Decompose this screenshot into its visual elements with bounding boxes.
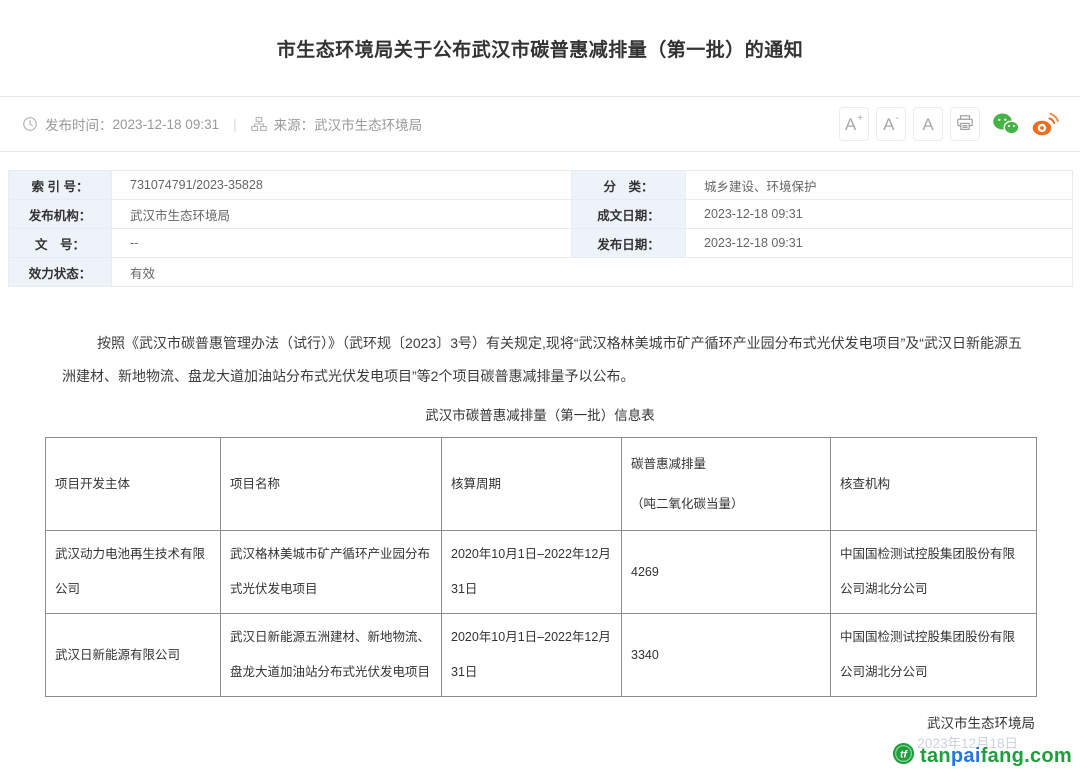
validity-label: 效力状态： [9, 258, 112, 287]
publish-time-value: 2023-12-18 09:31 [113, 117, 220, 132]
table-header-row: 项目开发主体 项目名称 核算周期 碳普惠减排量 （吨二氧化碳当量） 核查机构 [46, 438, 1037, 531]
wechat-share-icon[interactable] [992, 112, 1020, 136]
project-name-cell: 武汉格林美城市矿产循环产业园分布式光伏发电项目 [221, 531, 442, 614]
table-row: 武汉日新能源有限公司 武汉日新能源五洲建材、新地物流、盘龙大道加油站分布式光伏发… [46, 614, 1037, 697]
table-row: 发布机构： 武汉市生态环境局 成文日期： 2023-12-18 09:31 [9, 200, 1073, 229]
source-value: 武汉市生态环境局 [314, 114, 422, 134]
logo-part-1: pai [951, 745, 981, 768]
publish-time-label: 发布时间： [45, 114, 113, 134]
tanpaifang-watermark[interactable]: tf tanpaifang.com [892, 742, 1072, 770]
weibo-share-icon[interactable] [1032, 112, 1060, 136]
written-date-value: 2023-12-18 09:31 [686, 200, 1073, 229]
table-row: 文 号： -- 发布日期： 2023-12-18 09:31 [9, 229, 1073, 258]
doc-number-value: -- [112, 229, 572, 258]
logo-part-3: .com [1024, 745, 1072, 768]
clock-icon [22, 116, 38, 132]
col-header-developer: 项目开发主体 [46, 438, 221, 531]
category-value: 城乡建设、环境保护 [686, 171, 1073, 200]
publish-date-value: 2023-12-18 09:31 [686, 229, 1073, 258]
table-row: 效力状态： 有效 [9, 258, 1073, 287]
period-cell: 2020年10月1日–2022年12月31日 [442, 531, 622, 614]
article-paragraph: 按照《武汉市碳普惠管理办法（试行）》（武环规〔2023〕3号）有关规定,现将“武… [62, 327, 1022, 393]
source-icon [251, 116, 267, 132]
font-increase-button[interactable]: A+ [839, 107, 869, 141]
category-label: 分 类： [572, 171, 686, 200]
developer-cell: 武汉动力电池再生技术有限公司 [46, 531, 221, 614]
carbon-reduction-table: 项目开发主体 项目名称 核算周期 碳普惠减排量 （吨二氧化碳当量） 核查机构 武… [45, 437, 1037, 697]
page-title: 市生态环境局关于公布武汉市碳普惠减排量（第一批）的通知 [277, 35, 804, 62]
signature-agency: 武汉市生态环境局 [0, 712, 1035, 732]
period-cell: 2020年10月1日–2022年12月31日 [442, 614, 622, 697]
publish-date-label: 发布日期： [572, 229, 686, 258]
document-info-table: 索 引 号： 731074791/2023-35828 分 类： 城乡建设、环境… [8, 170, 1073, 287]
col-header-verifier: 核查机构 [831, 438, 1037, 531]
table-row: 武汉动力电池再生技术有限公司 武汉格林美城市矿产循环产业园分布式光伏发电项目 2… [46, 531, 1037, 614]
col-header-reduction: 碳普惠减排量 （吨二氧化碳当量） [622, 438, 831, 531]
verifier-cell: 中国国检测试控股集团股份有限公司湖北分公司 [831, 614, 1037, 697]
table-row: 索 引 号： 731074791/2023-35828 分 类： 城乡建设、环境… [9, 171, 1073, 200]
doc-number-label: 文 号： [9, 229, 112, 258]
publish-info: 发布时间： 2023-12-18 09:31 | 来源： 武汉市生态环境局 [22, 114, 422, 134]
issuing-agency-value: 武汉市生态环境局 [112, 200, 572, 229]
col-header-project: 项目名称 [221, 438, 442, 531]
project-name-cell: 武汉日新能源五洲建材、新地物流、盘龙大道加油站分布式光伏发电项目 [221, 614, 442, 697]
written-date-label: 成文日期： [572, 200, 686, 229]
meta-bar: 发布时间： 2023-12-18 09:31 | 来源： 武汉市生态环境局 A+… [0, 97, 1080, 152]
toolbar: A+ A- A [832, 107, 1060, 141]
reduction-cell: 3340 [622, 614, 831, 697]
logo-part-2: fang [981, 745, 1024, 768]
verifier-cell: 中国国检测试控股集团股份有限公司湖北分公司 [831, 531, 1037, 614]
divider: | [233, 117, 237, 132]
index-number-label: 索 引 号： [9, 171, 112, 200]
document-header: 市生态环境局关于公布武汉市碳普惠减排量（第一批）的通知 [0, 0, 1080, 97]
developer-cell: 武汉日新能源有限公司 [46, 614, 221, 697]
font-reset-button[interactable]: A [913, 107, 943, 141]
tanpaifang-logo-icon: tf [892, 742, 915, 770]
footer-brand-area: 2023年12月18日 tf tanpaifang.com [850, 731, 1080, 773]
reduction-cell: 4269 [622, 531, 831, 614]
project-table-caption: 武汉市碳普惠减排量（第一批）信息表 [0, 404, 1080, 424]
source-label: 来源： [274, 114, 315, 134]
validity-value: 有效 [112, 258, 1073, 287]
index-number-value: 731074791/2023-35828 [112, 171, 572, 200]
col-header-period: 核算周期 [442, 438, 622, 531]
printer-icon [956, 114, 974, 135]
font-decrease-button[interactable]: A- [876, 107, 906, 141]
logo-part-0: tan [920, 745, 951, 768]
print-button[interactable] [950, 107, 980, 141]
issuing-agency-label: 发布机构： [9, 200, 112, 229]
